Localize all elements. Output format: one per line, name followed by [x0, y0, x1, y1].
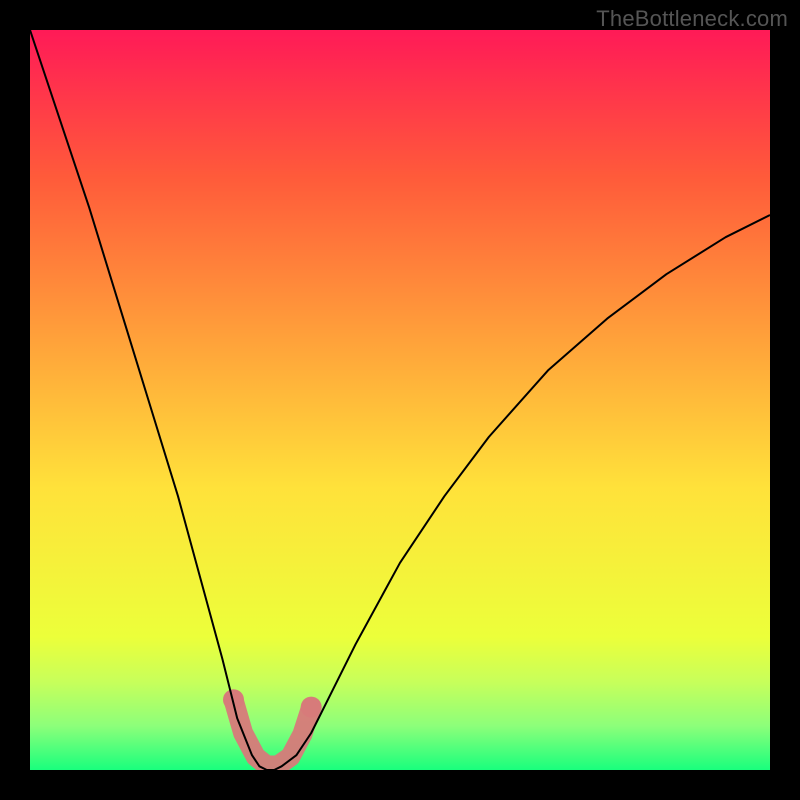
chart-svg	[30, 30, 770, 770]
chart-background	[30, 30, 770, 770]
chart-frame: TheBottleneck.com	[0, 0, 800, 800]
plot-area	[30, 30, 770, 770]
watermark-text: TheBottleneck.com	[596, 6, 788, 32]
